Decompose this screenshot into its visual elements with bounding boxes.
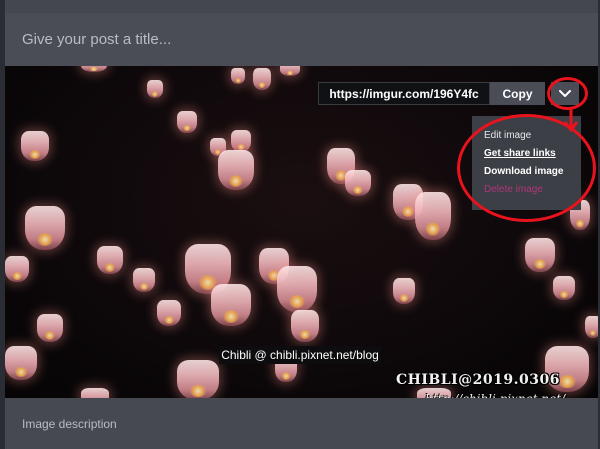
lantern — [277, 266, 317, 312]
lantern — [585, 316, 598, 338]
lantern — [393, 278, 415, 304]
annotation-circle-menu — [457, 114, 596, 222]
lantern — [177, 360, 219, 398]
image-description-field[interactable]: Image description — [5, 398, 598, 449]
lantern — [345, 170, 371, 196]
lantern — [291, 310, 319, 342]
lantern — [21, 131, 49, 161]
lantern — [37, 314, 63, 342]
lantern — [253, 68, 271, 90]
lantern — [231, 68, 245, 84]
image-caption-watermark: Chibli @ chibli.pixnet.net/blog — [219, 346, 381, 364]
lantern — [81, 388, 109, 398]
lantern — [218, 150, 254, 190]
lantern — [231, 130, 251, 152]
lantern — [147, 80, 163, 98]
lantern — [5, 346, 37, 380]
lantern — [177, 111, 197, 133]
share-url-field[interactable]: https://imgur.com/196Y4fc — [318, 82, 490, 105]
watermark-brand: CHIBLI@2019.0306 — [396, 372, 560, 388]
lantern — [81, 66, 107, 72]
lantern — [157, 300, 181, 326]
lantern — [280, 66, 300, 76]
lantern — [525, 238, 555, 272]
copy-button[interactable]: Copy — [490, 82, 545, 105]
lantern — [211, 284, 251, 326]
lantern — [553, 276, 575, 300]
lantern — [415, 192, 451, 240]
image-description-placeholder: Image description — [22, 416, 117, 431]
lantern — [133, 268, 155, 292]
lantern — [97, 246, 123, 274]
lantern — [5, 256, 29, 282]
lantern — [25, 206, 65, 250]
post-title-field[interactable]: Give your post a title... — [5, 13, 598, 66]
annotation-circle-toggle — [547, 77, 588, 110]
post-title-placeholder: Give your post a title... — [22, 31, 172, 48]
